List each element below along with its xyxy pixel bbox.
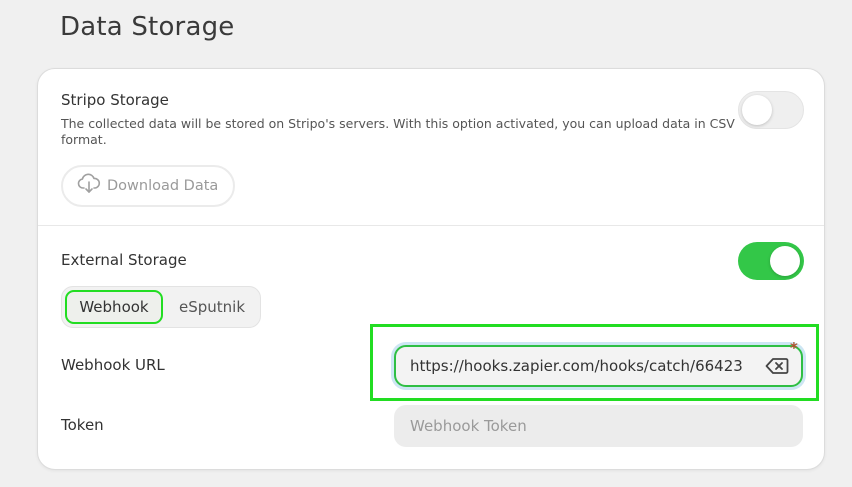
toggle-knob [770,246,800,276]
webhook-url-label: Webhook URL [61,356,165,374]
tab-webhook[interactable]: Webhook [65,290,163,324]
webhook-url-value: https://hooks.zapier.com/hooks/catch/664… [410,357,743,375]
cloud-download-icon [77,173,107,199]
external-storage-title: External Storage [61,251,187,269]
storage-provider-tabs: Webhook eSputnik [61,286,261,328]
token-label: Token [61,416,104,434]
data-storage-card: Stripo Storage The collected data will b… [37,68,825,470]
stripo-storage-title: Stripo Storage [61,91,169,109]
section-divider [38,225,824,226]
toggle-knob [742,95,772,125]
backspace-clear-icon[interactable] [765,357,789,379]
token-placeholder: Webhook Token [410,417,527,435]
external-storage-toggle[interactable] [738,242,804,280]
webhook-url-input[interactable]: https://hooks.zapier.com/hooks/catch/664… [394,345,803,387]
stripo-storage-description: The collected data will be stored on Str… [61,116,735,147]
stripo-storage-toggle[interactable] [738,91,804,129]
tab-esputnik[interactable]: eSputnik [167,290,257,324]
download-data-button[interactable]: Download Data [61,165,235,207]
token-input[interactable]: Webhook Token [394,405,803,447]
page-title: Data Storage [60,12,235,42]
download-data-label: Download Data [107,178,219,194]
required-asterisk: * [790,339,798,357]
